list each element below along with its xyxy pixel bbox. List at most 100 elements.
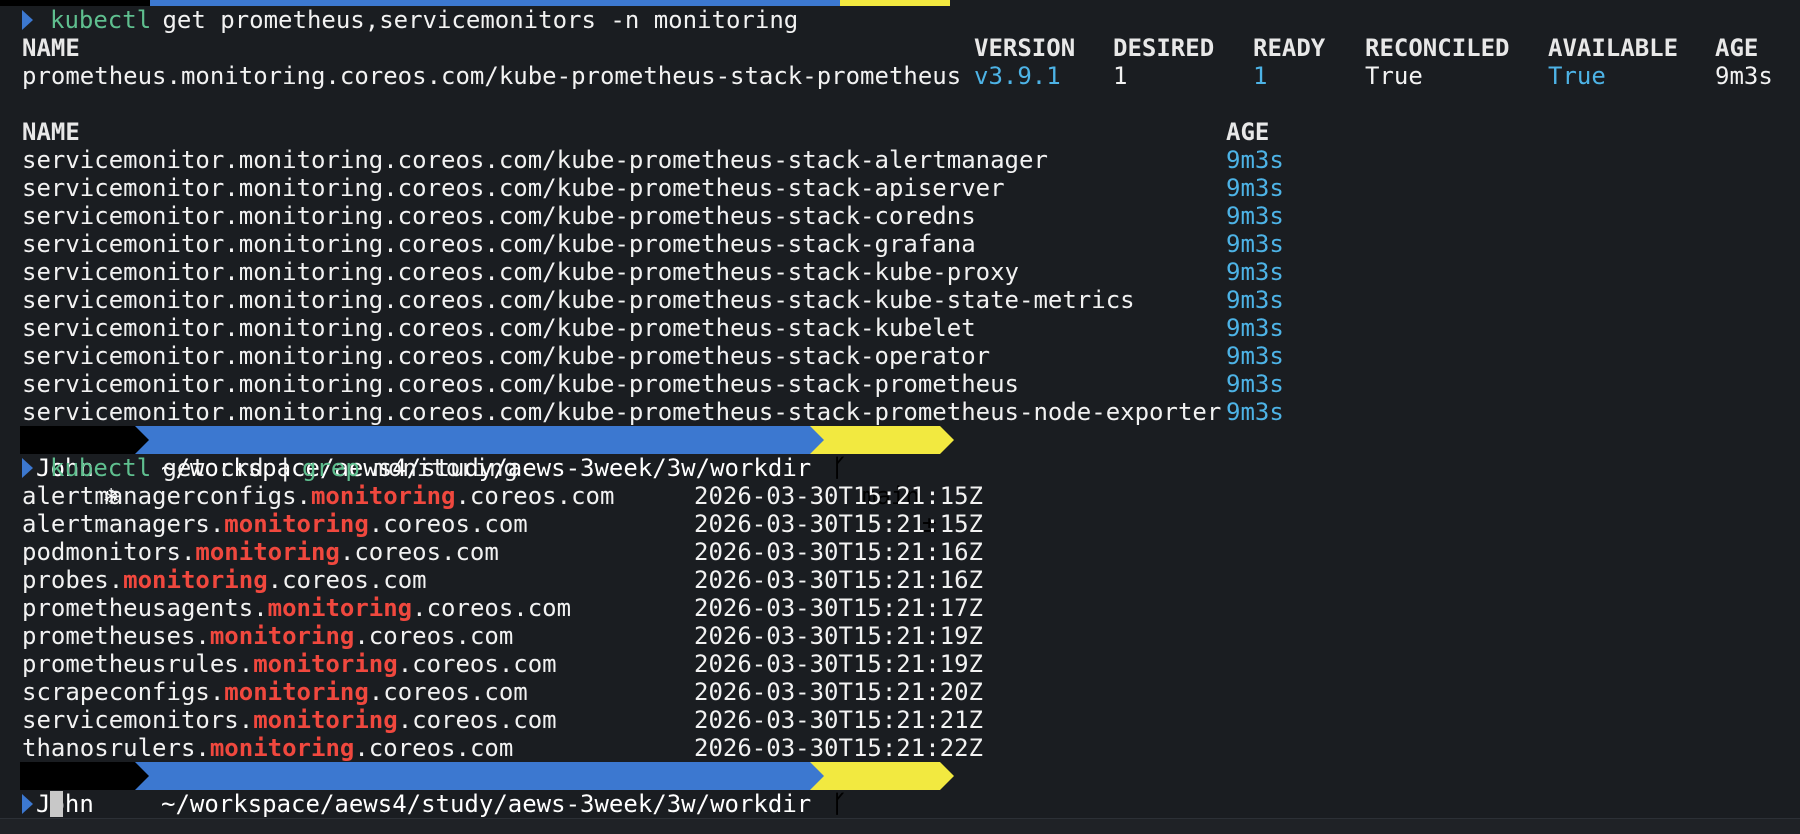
command-args: get prometheus,servicemonitors -n monito…: [148, 6, 799, 34]
crd-prefix: prometheuses.: [22, 622, 210, 650]
prometheus-version: v3.9.1: [974, 62, 1061, 90]
table-row: servicemonitor.monitoring.coreos.com/kub…: [0, 370, 1284, 398]
prompt-git-segment: ᚴ main ±: [810, 426, 940, 538]
prometheus-available: True: [1548, 62, 1606, 90]
servicemonitor-name: servicemonitor.monitoring.coreos.com/kub…: [22, 230, 976, 258]
segment-separator-icon: [135, 426, 149, 454]
crd-suffix: .coreos.com: [455, 482, 615, 510]
crd-suffix: .coreos.com: [267, 566, 427, 594]
prometheus-name: prometheus.monitoring.coreos.com/kube-pr…: [22, 62, 962, 90]
col-desired-header: DESIRED: [1113, 34, 1215, 62]
prometheus-table-row: prometheus.monitoring.coreos.com/kube-pr…: [0, 62, 1773, 90]
list-item: thanosrulers.monitoring.coreos.com 2026-…: [0, 734, 983, 762]
servicemonitor-name: servicemonitor.monitoring.coreos.com/kub…: [22, 202, 976, 230]
prompt-caret-icon: [22, 10, 33, 30]
command-input-line[interactable]: [0, 790, 63, 818]
crd-created: 2026-03-30T15:21:17Z: [694, 594, 983, 622]
prompt-caret-icon: [22, 458, 33, 478]
command-program: kubectl: [50, 454, 152, 482]
servicemonitor-age: 9m3s: [1226, 174, 1284, 202]
segment-separator-icon: [940, 426, 954, 454]
table-row: servicemonitor.monitoring.coreos.com/kub…: [0, 230, 1284, 258]
crd-suffix: .coreos.com: [397, 650, 557, 678]
crd-created: 2026-03-30T15:21:20Z: [694, 678, 983, 706]
text-cursor: [50, 791, 63, 817]
prompt-user-segment: John ❄: [20, 426, 135, 510]
servicemonitor-age: 9m3s: [1226, 146, 1284, 174]
prompt-bar: John ❄ ~/workspace/aews4/study/aews-3wee…: [0, 762, 1800, 834]
table-row: servicemonitor.monitoring.coreos.com/kub…: [0, 258, 1284, 286]
col-ready-header: READY: [1253, 34, 1326, 62]
prompt-path-segment: ~/workspace/aews4/study/aews-3week/3w/wo…: [135, 426, 811, 482]
crd-suffix: .coreos.com: [368, 510, 528, 538]
git-branch-icon: ᚴ: [832, 454, 847, 482]
command-line-2: kubectl get crd | grep monitoring: [0, 454, 518, 482]
crd-created: 2026-03-30T15:21:15Z: [694, 510, 983, 538]
grep-match: monitoring: [123, 566, 268, 594]
servicemonitor-age: 9m3s: [1226, 258, 1284, 286]
crd-prefix: alertmanagers.: [22, 510, 225, 538]
grep-match: monitoring: [224, 678, 369, 706]
grep-match: monitoring: [224, 510, 369, 538]
prometheus-ready: 1: [1253, 62, 1268, 90]
prometheus-desired: 1: [1113, 62, 1128, 90]
list-item: probes.monitoring.coreos.com 2026-03-30T…: [0, 566, 983, 594]
grep-match: monitoring: [253, 650, 398, 678]
prompt-path: ~/workspace/aews4/study/aews-3week/3w/wo…: [161, 790, 812, 818]
segment-separator-icon: [135, 762, 149, 790]
crd-suffix: .coreos.com: [368, 678, 528, 706]
servicemonitor-name: servicemonitor.monitoring.coreos.com/kub…: [22, 342, 991, 370]
list-item: alertmanagers.monitoring.coreos.com 2026…: [0, 510, 983, 538]
servicemonitor-age: 9m3s: [1226, 370, 1284, 398]
crd-suffix: .coreos.com: [354, 622, 514, 650]
servicemonitor-name: servicemonitor.monitoring.coreos.com/kub…: [22, 174, 1005, 202]
list-item: prometheuses.monitoring.coreos.com 2026-…: [0, 622, 983, 650]
git-branch-icon: ᚴ: [832, 790, 847, 818]
prompt-user-segment: John ❄: [20, 762, 135, 834]
table-row: servicemonitor.monitoring.coreos.com/kub…: [0, 342, 1284, 370]
list-item: prometheusrules.monitoring.coreos.com 20…: [0, 650, 983, 678]
col-reconciled-header: RECONCILED: [1365, 34, 1510, 62]
servicemonitor-name: servicemonitor.monitoring.coreos.com/kub…: [22, 314, 976, 342]
prometheus-reconciled: True: [1365, 62, 1423, 90]
list-item: alertmanagerconfigs.monitoring.coreos.co…: [0, 482, 983, 510]
crd-prefix: servicemonitors.: [22, 706, 254, 734]
pipe-args: monitoring: [359, 454, 518, 482]
crd-created: 2026-03-30T15:21:16Z: [694, 566, 983, 594]
servicemonitor-age: 9m3s: [1226, 314, 1284, 342]
crd-suffix: .coreos.com: [397, 706, 557, 734]
crd-prefix: thanosrulers.: [22, 734, 210, 762]
prompt-path-segment: ~/workspace/aews4/study/aews-3week/3w/wo…: [135, 762, 811, 818]
servicemonitor-age: 9m3s: [1226, 398, 1284, 426]
crd-prefix: probes.: [22, 566, 124, 594]
list-item: podmonitors.monitoring.coreos.com 2026-0…: [0, 538, 983, 566]
prompt-git-segment: ᚴ main ±: [810, 762, 940, 834]
servicemonitor-age: 9m3s: [1226, 342, 1284, 370]
table-row: servicemonitor.monitoring.coreos.com/kub…: [0, 146, 1284, 174]
servicemonitor-table-header: NAME AGE: [0, 118, 1269, 146]
pipe-program: grep: [302, 454, 360, 482]
list-item: servicemonitors.monitoring.coreos.com 20…: [0, 706, 983, 734]
servicemonitor-name: servicemonitor.monitoring.coreos.com/kub…: [22, 398, 1222, 426]
list-item: scrapeconfigs.monitoring.coreos.com 2026…: [0, 678, 983, 706]
grep-match: monitoring: [253, 706, 398, 734]
command-middle: get crd |: [148, 454, 307, 482]
crd-created: 2026-03-30T15:21:19Z: [694, 650, 983, 678]
table-row: servicemonitor.monitoring.coreos.com/kub…: [0, 398, 1284, 426]
segment-separator-icon: [810, 762, 824, 790]
servicemonitor-age: 9m3s: [1226, 286, 1284, 314]
terminal-window[interactable]: kubectl get prometheus,servicemonitors -…: [0, 0, 1800, 834]
servicemonitor-name: servicemonitor.monitoring.coreos.com/kub…: [22, 258, 1019, 286]
segment-separator-icon: [810, 426, 824, 454]
crd-prefix: podmonitors.: [22, 538, 196, 566]
servicemonitor-age: 9m3s: [1226, 202, 1284, 230]
sm-col-name-header: NAME: [22, 118, 80, 146]
crd-created: 2026-03-30T15:21:22Z: [694, 734, 983, 762]
grep-match: monitoring: [209, 622, 355, 650]
prometheus-age: 9m3s: [1715, 62, 1773, 90]
list-item: prometheusagents.monitoring.coreos.com 2…: [0, 594, 983, 622]
segment-separator-icon: [940, 762, 954, 790]
grep-match: monitoring: [267, 594, 413, 622]
prompt-caret-icon: [22, 794, 33, 814]
crd-prefix: prometheusagents.: [22, 594, 268, 622]
